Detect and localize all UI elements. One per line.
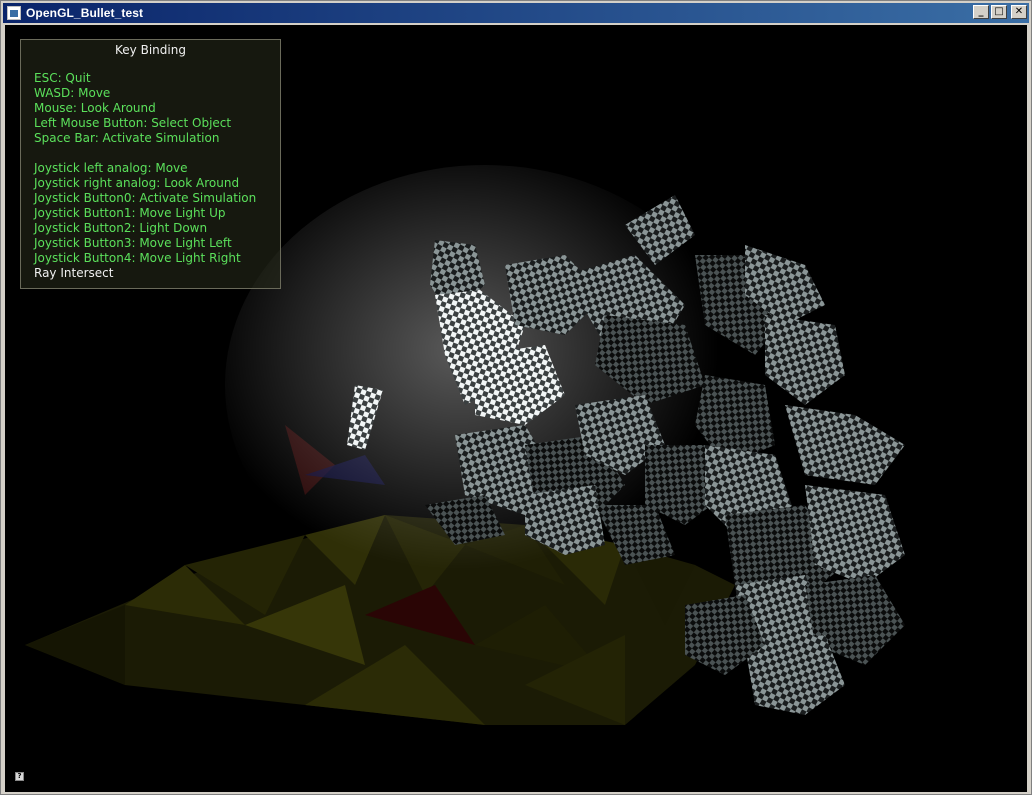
binding-line: Joystick Button1: Move Light Up <box>34 206 226 220</box>
app-icon[interactable] <box>7 6 21 20</box>
binding-line: Joystick Button3: Move Light Left <box>34 236 232 250</box>
binding-line: Joystick Button4: Move Light Right <box>34 251 241 265</box>
key-binding-list: ESC: Quit WASD: Move Mouse: Look Around … <box>34 71 280 266</box>
caption-buttons: _ □ ✕ <box>973 5 1027 19</box>
binding-line: ESC: Quit <box>34 71 91 85</box>
ray-intersect-status: Ray Intersect <box>34 266 114 280</box>
minimize-button[interactable]: _ <box>973 5 989 19</box>
binding-line: Joystick Button0: Activate Simulation <box>34 191 257 205</box>
app-window: OpenGL_Bullet_test _ □ ✕ Key Binding ESC… <box>0 0 1032 795</box>
binding-line: Joystick Button2: Light Down <box>34 221 208 235</box>
opengl-viewport[interactable]: Key Binding ESC: Quit WASD: Move Mouse: … <box>5 25 1027 792</box>
binding-line: Mouse: Look Around <box>34 101 156 115</box>
key-binding-title: Key Binding <box>115 43 186 57</box>
binding-line: WASD: Move <box>34 86 111 100</box>
binding-spacer <box>34 146 280 161</box>
window-title: OpenGL_Bullet_test <box>26 6 144 20</box>
maximize-button[interactable]: □ <box>991 5 1007 19</box>
binding-line: Space Bar: Activate Simulation <box>34 131 220 145</box>
close-button[interactable]: ✕ <box>1011 5 1027 19</box>
binding-line: Left Mouse Button: Select Object <box>34 116 232 130</box>
title-bar[interactable]: OpenGL_Bullet_test _ □ ✕ <box>3 3 1029 23</box>
binding-line: Joystick left analog: Move <box>34 161 188 175</box>
help-icon[interactable]: ? <box>15 772 24 781</box>
binding-line: Joystick right analog: Look Around <box>34 176 240 190</box>
key-binding-panel: Key Binding ESC: Quit WASD: Move Mouse: … <box>20 39 281 289</box>
